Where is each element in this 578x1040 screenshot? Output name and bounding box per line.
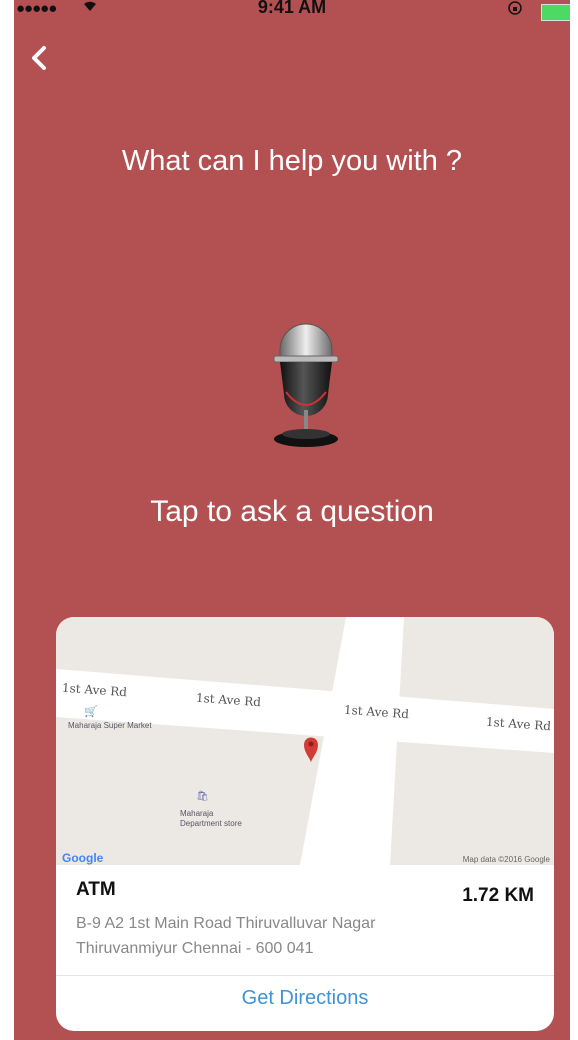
divider xyxy=(56,975,554,976)
google-logo: Google xyxy=(62,851,104,865)
get-directions-button[interactable]: Get Directions xyxy=(56,987,554,1010)
poi-department-store-type: Department store xyxy=(180,819,242,828)
battery-icon xyxy=(541,4,570,21)
status-bar: ●●●●● 9:41 AM xyxy=(14,0,570,22)
back-button[interactable] xyxy=(22,40,58,76)
place-address: B-9 A2 1st Main Road Thiruvalluvar Nagar… xyxy=(76,911,456,961)
voice-assistant-screen: ●●●●● 9:41 AM What can I help you with ? xyxy=(14,0,570,1040)
poi-department-store-name: Maharaja xyxy=(180,809,214,818)
chevron-left-icon xyxy=(32,46,46,70)
rotation-lock-icon xyxy=(508,1,522,18)
tap-to-ask-label[interactable]: Tap to ask a question xyxy=(14,495,570,529)
location-card: 1st Ave Rd 1st Ave Rd 1st Ave Rd 1st Ave… xyxy=(56,617,554,1031)
microphone-button[interactable] xyxy=(268,306,344,452)
address-line-1: B-9 A2 1st Main Road Thiruvalluvar Nagar xyxy=(76,915,376,932)
map-attribution: Map data ©2016 Google xyxy=(462,855,550,864)
place-info: ATM 1.72 KM B-9 A2 1st Main Road Thiruva… xyxy=(56,865,554,975)
shop-icon: 🛍 xyxy=(196,791,209,802)
status-time: 9:41 AM xyxy=(257,0,327,17)
microphone-icon xyxy=(273,323,339,447)
poi-supermarket: Maharaja Super Market xyxy=(68,721,152,730)
place-distance: 1.72 KM xyxy=(462,885,534,906)
cart-icon: 🛒 xyxy=(84,706,98,718)
address-line-2: Thiruvanmiyur Chennai - 600 041 xyxy=(76,940,314,957)
map-view[interactable]: 1st Ave Rd 1st Ave Rd 1st Ave Rd 1st Ave… xyxy=(56,617,554,865)
map-roads xyxy=(56,617,554,865)
place-name: ATM xyxy=(76,879,116,900)
page-title: What can I help you with ? xyxy=(121,145,463,177)
